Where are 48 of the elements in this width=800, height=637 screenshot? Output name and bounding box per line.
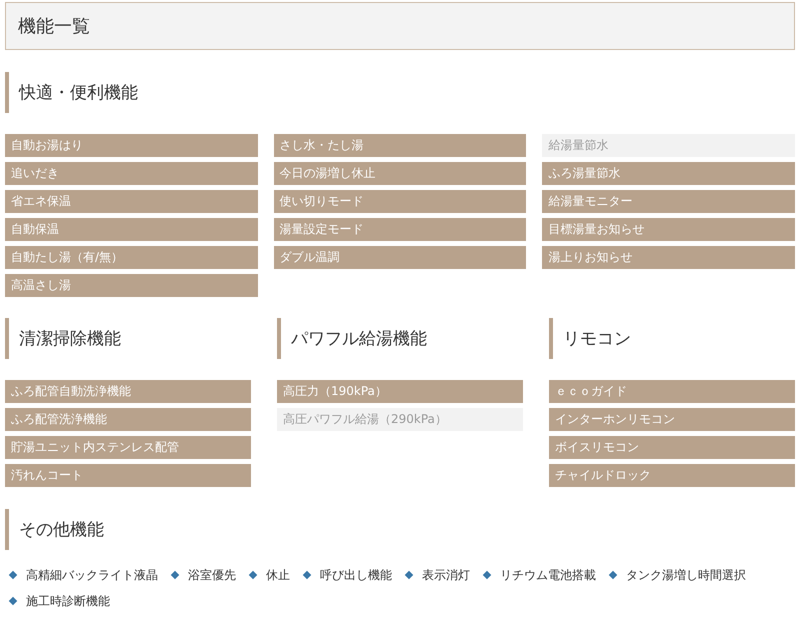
- feature-tag: ふろ配管自動洗浄機能: [5, 380, 251, 403]
- section-heading: リモコン: [549, 318, 795, 359]
- section-heading: 快適・便利機能: [5, 72, 795, 113]
- feature-tag: ふろ配管洗浄機能: [5, 408, 251, 431]
- feature-text: タンク湯増し時間選択: [626, 566, 746, 584]
- feature-tag: チャイルドロック: [549, 464, 795, 487]
- section-heading: その他機能: [5, 509, 795, 550]
- feature-tag: 貯湯ユニット内ステンレス配管: [5, 436, 251, 459]
- feature-tag: 自動保温: [5, 218, 258, 241]
- feature-tag: 目標湯量お知らせ: [542, 218, 795, 241]
- feature-tag: ふろ湯量節水: [542, 162, 795, 185]
- feature-tag: ｅｃｏガイド: [549, 380, 795, 403]
- bullet-icon: [608, 570, 618, 580]
- feature-text: リチウム電池搭載: [500, 566, 596, 584]
- feature-tag: 自動たし湯（有/無）: [5, 246, 258, 269]
- feature-text: 高精細バックライト液晶: [26, 566, 158, 584]
- feature-tag: ボイスリモコン: [549, 436, 795, 459]
- feature-text: 表示消灯: [422, 566, 470, 584]
- feature-tag: 追いだき: [5, 162, 258, 185]
- feature-text: 呼び出し機能: [320, 566, 392, 584]
- feature-tag: ダブル温調: [274, 246, 526, 269]
- feature-tag: 給湯量節水: [542, 134, 795, 157]
- feature-tag: 省エネ保温: [5, 190, 258, 213]
- feature-tag: 給湯量モニター: [542, 190, 795, 213]
- feature-text: 施工時診断機能: [26, 592, 110, 610]
- feature-tag: 使い切りモード: [274, 190, 526, 213]
- bullet-icon: [170, 570, 180, 580]
- feature-tag: 高圧パワフル給湯（290kPa）: [277, 408, 523, 431]
- feature-tag: さし水・たし湯: [274, 134, 526, 157]
- feature-tag: 高圧力（190kPa）: [277, 380, 523, 403]
- bullet-icon: [482, 570, 492, 580]
- feature-tag: 湯上りお知らせ: [542, 246, 795, 269]
- bullet-icon: [248, 570, 258, 580]
- feature-tag: 汚れんコート: [5, 464, 251, 487]
- page-title: 機能一覧: [5, 2, 795, 50]
- bullet-icon: [302, 570, 312, 580]
- feature-tag: 自動お湯はり: [5, 134, 258, 157]
- bullet-icon: [8, 570, 18, 580]
- feature-text: 浴室優先: [188, 566, 236, 584]
- bullet-icon: [404, 570, 414, 580]
- feature-text: 休止: [266, 566, 290, 584]
- bullet-icon: [8, 596, 18, 606]
- feature-tag: 高温さし湯: [5, 274, 258, 297]
- section-heading: パワフル給湯機能: [277, 318, 523, 359]
- section-heading: 清潔掃除機能: [5, 318, 251, 359]
- feature-tag: 今日の湯増し休止: [274, 162, 526, 185]
- feature-tag: 湯量設定モード: [274, 218, 526, 241]
- feature-tag: インターホンリモコン: [549, 408, 795, 431]
